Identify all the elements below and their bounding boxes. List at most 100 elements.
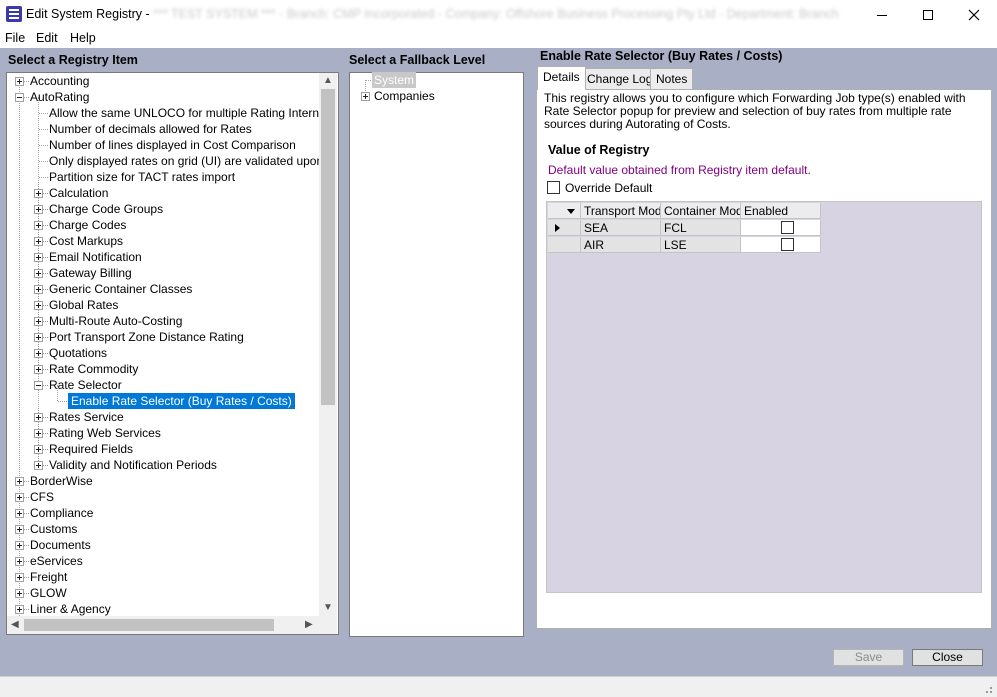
expand-icon[interactable]	[15, 493, 24, 502]
expand-icon[interactable]	[34, 445, 43, 454]
scroll-right-icon[interactable]: ▶	[305, 619, 313, 630]
tree-item[interactable]: Generic Container Classes	[49, 281, 192, 297]
save-button[interactable]: Save	[833, 649, 904, 666]
grid-cell-transport[interactable]: SEA	[581, 220, 661, 236]
tree-item[interactable]: Allow the same UNLOCO for multiple Ratin…	[49, 105, 319, 121]
grid-header-enabled[interactable]: Enabled	[741, 203, 821, 219]
scroll-up-icon[interactable]: ▲	[323, 75, 333, 86]
enabled-checkbox-sea[interactable]	[781, 221, 794, 234]
tree-item[interactable]: Quotations	[49, 345, 107, 361]
tree-item[interactable]: Email Notification	[49, 249, 142, 265]
tree-item[interactable]: Cost Markups	[49, 233, 123, 249]
expand-icon[interactable]	[34, 413, 43, 422]
tab-details[interactable]: Details	[537, 66, 586, 90]
expand-icon[interactable]	[34, 237, 43, 246]
tree-horizontal-scrollbar[interactable]: ◀ ▶	[7, 616, 319, 634]
minimize-button[interactable]	[859, 0, 905, 29]
tree-item[interactable]: Partition size for TACT rates import	[49, 169, 235, 185]
expand-icon[interactable]	[34, 189, 43, 198]
expand-icon[interactable]	[15, 509, 24, 518]
grid-cell-enabled[interactable]	[741, 220, 821, 236]
expand-icon[interactable]	[34, 429, 43, 438]
expand-icon[interactable]	[34, 365, 43, 374]
tree-item[interactable]: Charge Codes	[49, 217, 126, 233]
expand-icon[interactable]	[15, 525, 24, 534]
tree-item[interactable]: AutoRating	[30, 89, 89, 105]
collapse-icon[interactable]	[15, 93, 24, 102]
tree-item[interactable]: Required Fields	[49, 441, 133, 457]
expand-icon[interactable]	[34, 253, 43, 262]
tree-item[interactable]: Calculation	[49, 185, 108, 201]
expand-icon[interactable]	[34, 301, 43, 310]
expand-icon[interactable]	[15, 477, 24, 486]
row-selector[interactable]	[548, 220, 581, 236]
tree-item[interactable]: Multi-Route Auto-Costing	[49, 313, 182, 329]
expand-icon[interactable]	[15, 573, 24, 582]
tree-item[interactable]: Port Transport Zone Distance Rating	[49, 329, 244, 345]
tree-item[interactable]: Number of lines displayed in Cost Compar…	[49, 137, 296, 153]
grid-header-container-mode[interactable]: Container Mode	[661, 203, 741, 219]
expand-icon[interactable]	[15, 605, 24, 614]
grid-header-selector[interactable]	[548, 203, 581, 219]
expand-icon[interactable]	[34, 285, 43, 294]
tree-item[interactable]: eServices	[30, 553, 83, 569]
grid-cell-enabled[interactable]	[741, 237, 821, 253]
tree-item[interactable]: Customs	[30, 521, 77, 537]
grid-cell-container[interactable]: LSE	[661, 237, 741, 253]
tree-item[interactable]: Validity and Notification Periods	[49, 457, 217, 473]
expand-icon[interactable]	[34, 333, 43, 342]
expand-icon[interactable]	[15, 589, 24, 598]
tree-item[interactable]: Freight	[30, 569, 67, 585]
tree-item[interactable]: Documents	[30, 537, 91, 553]
scroll-left-icon[interactable]: ◀	[11, 619, 19, 630]
tab-change-log[interactable]: Change Log	[581, 68, 659, 89]
tree-item[interactable]: Rating Web Services	[49, 425, 161, 441]
tree-item[interactable]: Rate Selector	[49, 377, 122, 393]
tree-item[interactable]: Compliance	[30, 505, 93, 521]
tree-item[interactable]: Rates Service	[49, 409, 124, 425]
detail-heading: Enable Rate Selector (Buy Rates / Costs)	[540, 49, 783, 63]
grid-cell-container[interactable]: FCL	[661, 220, 741, 236]
registry-value-grid	[546, 201, 982, 593]
tree-item[interactable]: Global Rates	[49, 297, 118, 313]
expand-icon[interactable]	[34, 269, 43, 278]
tree-item[interactable]: GLOW	[30, 585, 67, 601]
vertical-scroll-thumb[interactable]	[321, 89, 335, 405]
tree-item[interactable]: Rate Commodity	[49, 361, 138, 377]
tree-item[interactable]: BorderWise	[30, 473, 93, 489]
tree-item[interactable]: Only displayed rates on grid (UI) are va…	[49, 153, 319, 169]
tree-item[interactable]: Accounting	[30, 73, 89, 89]
grid-header-transport-mode[interactable]: Transport Mode	[581, 203, 661, 219]
close-window-button[interactable]	[951, 0, 997, 29]
scroll-down-icon[interactable]: ▼	[323, 602, 333, 613]
collapse-icon[interactable]	[34, 381, 43, 390]
tree-item[interactable]: Number of decimals allowed for Rates	[49, 121, 252, 137]
tree-item[interactable]: CFS	[30, 489, 54, 505]
close-button[interactable]: Close	[912, 649, 983, 666]
tree-line	[39, 177, 48, 178]
expand-icon[interactable]	[34, 461, 43, 470]
tree-item[interactable]: Gateway Billing	[49, 265, 132, 281]
expand-icon[interactable]	[34, 317, 43, 326]
fallback-item-companies[interactable]: Companies	[374, 88, 435, 104]
expand-icon[interactable]	[15, 557, 24, 566]
tree-item[interactable]: Liner & Agency	[30, 601, 111, 616]
expand-icon[interactable]	[34, 205, 43, 214]
tree-item[interactable]: Charge Code Groups	[49, 201, 163, 217]
override-default-checkbox[interactable]	[547, 181, 560, 194]
expand-icon[interactable]	[34, 349, 43, 358]
expand-icon[interactable]	[15, 541, 24, 550]
fallback-item-system[interactable]: System	[372, 72, 417, 88]
row-selector[interactable]	[548, 237, 581, 253]
expand-icon[interactable]	[34, 221, 43, 230]
expand-icon[interactable]	[15, 77, 24, 86]
horizontal-scroll-thumb[interactable]	[24, 619, 274, 631]
maximize-button[interactable]	[905, 0, 951, 29]
expand-companies-icon[interactable]	[361, 92, 370, 101]
tree-item-selected[interactable]: Enable Rate Selector (Buy Rates / Costs)	[68, 393, 295, 409]
close-icon	[968, 9, 980, 20]
enabled-checkbox-air[interactable]	[781, 238, 794, 251]
tree-vertical-scrollbar[interactable]: ▲ ▼	[319, 73, 337, 616]
tab-notes[interactable]: Notes	[650, 68, 694, 89]
grid-cell-transport[interactable]: AIR	[581, 237, 661, 253]
